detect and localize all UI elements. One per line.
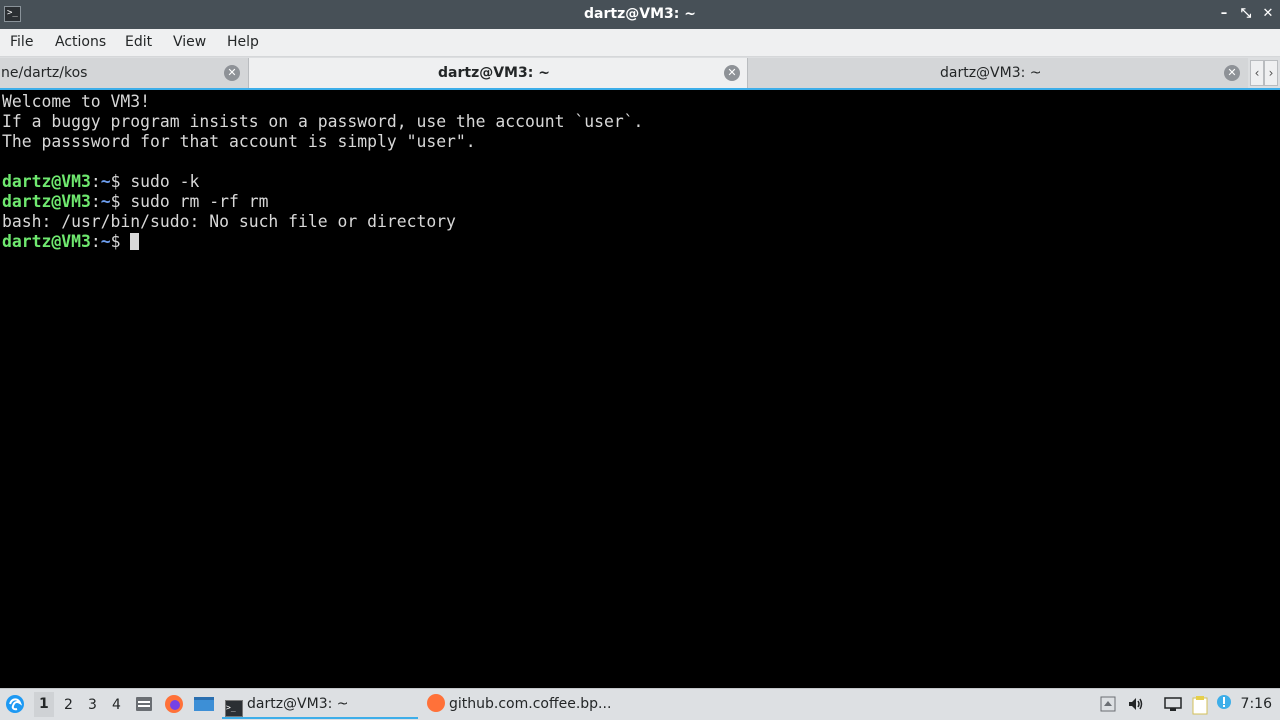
prompt-symbol: $ <box>110 192 121 211</box>
terminal-line: The passsword for that account is simply… <box>2 132 476 151</box>
tab-3[interactable]: dartz@VM3: ~ ✕ <box>748 58 1248 88</box>
tab-label: ne/dartz/kos <box>1 65 88 81</box>
terminal-line: If a buggy program insists on a password… <box>2 112 644 131</box>
tab-label: dartz@VM3: ~ <box>940 65 1042 81</box>
text-cursor <box>130 233 140 250</box>
taskbar: 1 2 3 4 >_ dartz@VM3: ~ github.com.coffee… <box>0 688 1280 720</box>
menu-file[interactable]: File <box>10 34 33 50</box>
task-button-firefox[interactable]: github.com.coffee.bp... <box>425 690 625 719</box>
prompt-separator: : <box>90 172 101 191</box>
menu-help[interactable]: Help <box>227 34 259 50</box>
task-label: dartz@VM3: ~ <box>247 696 349 712</box>
clipboard-icon[interactable] <box>1190 695 1210 719</box>
terminal-prompt-line: dartz@VM3:~$ <box>2 232 140 252</box>
tab-2[interactable]: dartz@VM3: ~ ✕ <box>248 58 748 88</box>
workspace-1[interactable]: 1 <box>34 692 54 717</box>
firefox-icon[interactable] <box>164 694 184 718</box>
app-menu-icon[interactable] <box>5 694 25 718</box>
terminal-icon: >_ <box>225 700 243 717</box>
prompt-separator: : <box>90 232 101 251</box>
prompt-user: dartz@VM3 <box>2 172 91 191</box>
workspace-3[interactable]: 3 <box>88 697 97 713</box>
tray-expand-icon[interactable] <box>1100 696 1116 716</box>
command-text: sudo -k <box>130 172 200 191</box>
clock[interactable]: 7:16 <box>1241 696 1272 712</box>
prompt-user: dartz@VM3 <box>2 192 91 211</box>
terminal-output-line: bash: /usr/bin/sudo: No such file or dir… <box>2 212 456 231</box>
task-label: github.com.coffee.bp... <box>449 696 612 712</box>
notification-icon[interactable] <box>1216 694 1232 714</box>
terminal-prompt-line: dartz@VM3:~$ sudo -k <box>2 172 199 192</box>
terminal-area[interactable]: Welcome to VM3! If a buggy program insis… <box>0 90 1280 688</box>
prompt-user: dartz@VM3 <box>2 232 91 251</box>
window-title: dartz@VM3: ~ <box>584 6 696 22</box>
tab-1[interactable]: ne/dartz/kos ✕ <box>0 58 248 88</box>
command-text: sudo rm -rf rm <box>130 192 269 211</box>
file-manager-icon[interactable] <box>134 694 154 718</box>
tab-scroll-left-icon[interactable]: ‹ <box>1250 60 1264 86</box>
menu-bar: File Actions Edit View Help <box>0 29 1280 57</box>
prompt-path: ~ <box>100 232 111 251</box>
menu-edit[interactable]: Edit <box>125 34 152 50</box>
tab-close-icon[interactable]: ✕ <box>724 65 740 81</box>
prompt-symbol: $ <box>110 232 121 251</box>
maximize-button[interactable]: ⤡ <box>1236 4 1256 24</box>
terminal-line: Welcome to VM3! <box>2 92 151 111</box>
prompt-path: ~ <box>100 192 111 211</box>
minimize-button[interactable]: – <box>1214 4 1234 24</box>
workspace-4[interactable]: 4 <box>112 697 121 713</box>
task-button-terminal[interactable]: >_ dartz@VM3: ~ <box>222 690 418 719</box>
workspace-2[interactable]: 2 <box>64 697 73 713</box>
prompt-separator: : <box>90 192 101 211</box>
menu-view[interactable]: View <box>173 34 206 50</box>
prompt-symbol: $ <box>110 172 121 191</box>
close-button[interactable]: ✕ <box>1258 4 1278 24</box>
network-icon[interactable] <box>1164 696 1182 716</box>
volume-icon[interactable] <box>1127 695 1145 717</box>
tab-close-icon[interactable]: ✕ <box>1224 65 1240 81</box>
menu-actions[interactable]: Actions <box>55 34 106 50</box>
tab-label: dartz@VM3: ~ <box>438 65 550 81</box>
tab-scroll-right-icon[interactable]: › <box>1264 60 1278 86</box>
firefox-icon <box>427 694 445 712</box>
terminal-prompt-line: dartz@VM3:~$ sudo rm -rf rm <box>2 192 268 212</box>
show-desktop-icon[interactable] <box>193 694 215 718</box>
tab-close-icon[interactable]: ✕ <box>224 65 240 81</box>
tab-bar: ne/dartz/kos ✕ dartz@VM3: ~ ✕ dartz@VM3:… <box>0 57 1280 90</box>
window-titlebar[interactable]: >_ dartz@VM3: ~ – ⤡ ✕ <box>0 0 1280 29</box>
prompt-path: ~ <box>100 172 111 191</box>
